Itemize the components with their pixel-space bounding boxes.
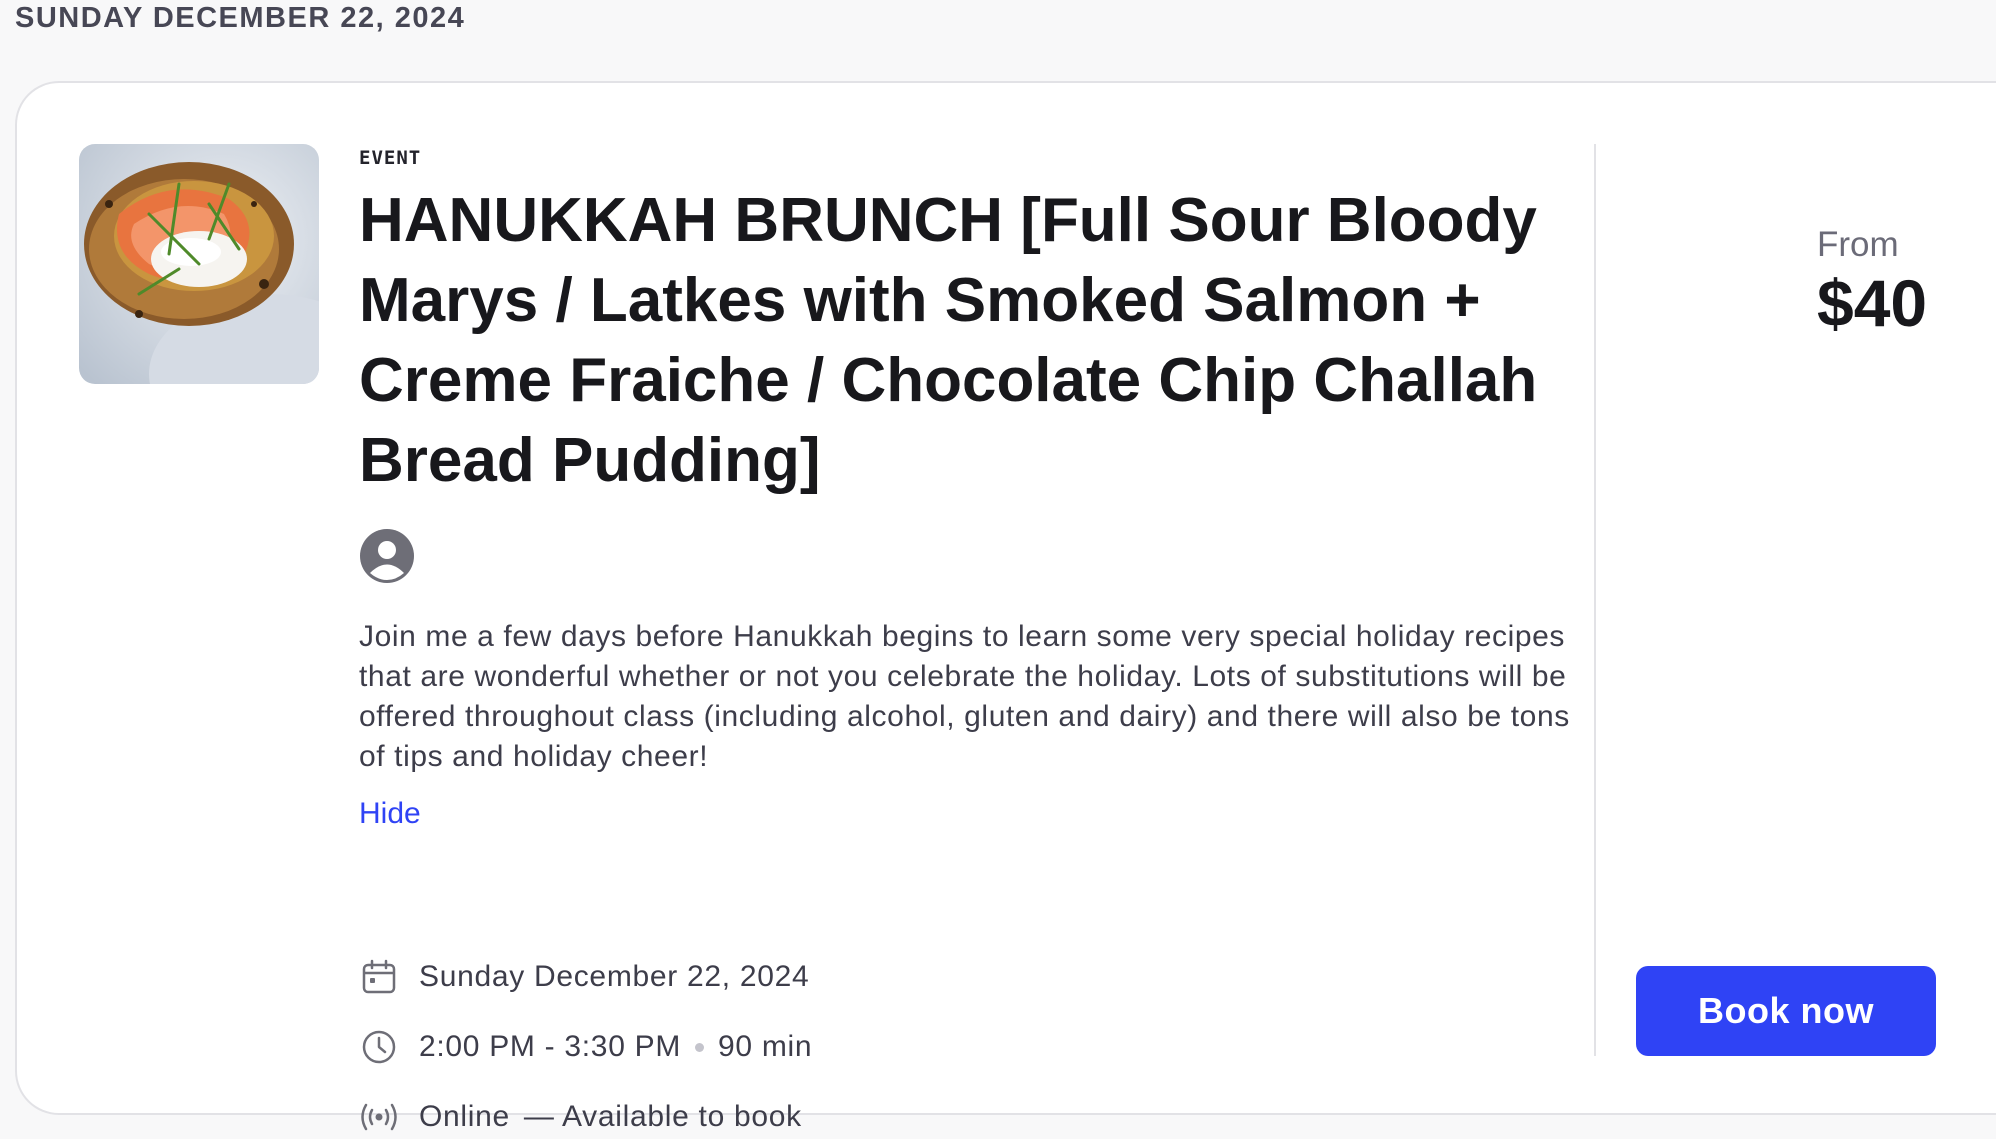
event-card: EVENT HANUKKAH BRUNCH [Full Sour Bloody …: [15, 81, 1996, 1133]
calendar-icon: [359, 957, 399, 997]
event-location-row: Online — Available to book: [359, 1095, 802, 1139]
book-now-button[interactable]: Book now: [1636, 966, 1936, 1056]
clock-icon: [359, 1027, 399, 1067]
price-value: $40: [1817, 266, 1928, 340]
event-time-row: 2:00 PM - 3:30 PM 90 min: [359, 1025, 812, 1069]
event-duration: 90 min: [718, 1030, 813, 1063]
price-from-label: From: [1817, 225, 1899, 264]
hide-description-link[interactable]: Hide: [359, 797, 421, 831]
event-location: Online: [419, 1100, 510, 1133]
event-date: Sunday December 22, 2024: [419, 960, 810, 993]
event-date-row: Sunday December 22, 2024: [359, 955, 809, 999]
event-description: Join me a few days before Hanukkah begin…: [359, 620, 1570, 773]
user-avatar-icon: [360, 529, 414, 583]
event-availability: — Available to book: [523, 1100, 802, 1133]
event-thumbnail[interactable]: [79, 144, 319, 384]
event-title: HANUKKAH BRUNCH [Full Sour Bloody Marys …: [359, 186, 1538, 495]
broadcast-icon: [359, 1097, 399, 1137]
food-image: [79, 144, 319, 384]
host-avatar[interactable]: [359, 528, 415, 584]
date-section-header: SUNDAY DECEMBER 22, 2024: [15, 2, 466, 34]
card-divider: [1594, 144, 1596, 1056]
separator-dot: [695, 1042, 705, 1052]
event-time-range: 2:00 PM - 3:30 PM: [419, 1030, 682, 1063]
event-type-label: EVENT: [359, 147, 422, 169]
